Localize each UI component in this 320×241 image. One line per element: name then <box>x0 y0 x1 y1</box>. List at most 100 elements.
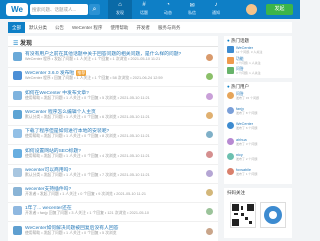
category-wecenter[interactable]: WeCenter 程序 <box>68 22 106 33</box>
author-avatar[interactable] <box>13 109 22 119</box>
responder-avatar[interactable] <box>206 92 213 100</box>
qr-title: 扫码关注 <box>227 190 245 195</box>
hot-users-title-text: 热门用户 <box>230 84 249 89</box>
question-row[interactable]: WeCenter 3.6.0 发布啦 推荐 WeCenter 程序 • 回复了问题 … <box>8 67 218 88</box>
search-icon[interactable]: ⌕ <box>89 4 100 15</box>
hot-topics-box: ● 热门话题 WeCenter 12 个问题, 3 人关注 功能 4 个问题, 1 人… <box>224 36 292 78</box>
author-avatar[interactable] <box>13 167 22 177</box>
hot-user-item[interactable]: foxsabile 发布了 1 个问题 <box>227 167 289 176</box>
qr-code-secondary <box>260 202 286 228</box>
hot-user-item[interactable]: fanjy 发布了 8 个问题 <box>227 106 289 115</box>
category-default[interactable]: 默认分类 <box>25 22 51 33</box>
author-avatar[interactable] <box>13 52 22 61</box>
question-row[interactable]: 1年了... wecenter还在 开发者 • fanjy 回复了问题 • 3 人… <box>8 202 218 223</box>
home-icon: ⌂ <box>118 2 122 8</box>
responder-avatar[interactable] <box>206 169 213 177</box>
hot-topic-item[interactable]: 问答 3 个问题, 1 人关注 <box>227 66 289 75</box>
user-avatar[interactable] <box>246 4 257 15</box>
user-meta: 发布了 3 个问题 <box>236 141 258 146</box>
question-row[interactable]: 有没有用户之前在其他话题中关于回答问题的相关问题，是什么样的问题? WeCente… <box>8 48 218 68</box>
question-meta: 默认分类 • 发起了问题 • 1 人关注 • 0 个回复 • 7 次浏览 • 2… <box>25 172 150 177</box>
bell-icon: ◔ <box>166 2 170 8</box>
hot-user-item[interactable]: 问答 发布了 15 个问题 <box>227 91 289 100</box>
category-bar: 全部 默认分类 公告 WeCenter 程序 使用帮助 开发者 服务与商务 <box>8 22 292 33</box>
author-avatar[interactable] <box>13 225 22 235</box>
hot-user-item[interactable]: ahhua 发布了 3 个问题 <box>227 137 289 146</box>
author-avatar[interactable] <box>13 71 22 81</box>
hot-topic-item[interactable]: WeCenter 12 个问题, 3 人关注 <box>227 45 289 54</box>
nav-label: 话题 <box>140 10 148 15</box>
author-avatar[interactable] <box>13 90 22 100</box>
question-title[interactable]: wecenter可以商用吗? <box>25 166 71 173</box>
question-row[interactable]: 下载了程序但是如何进行本地的安装呢? 使用帮助 • 发起了问题 • 1 人关注 •… <box>8 125 218 146</box>
author-avatar[interactable] <box>13 129 22 139</box>
hot-user-item[interactable]: WeCenter 发布了 6 个问题 <box>227 121 289 130</box>
user-avatar[interactable] <box>227 168 234 175</box>
question-title[interactable]: WeCenter 程序怎么编辑个人主页 <box>25 108 96 115</box>
question-row[interactable]: 如何设置网站的SEO标题? 使用帮助 • 发起了问题 • 1 人关注 • 0 个回… <box>8 145 218 165</box>
question-title[interactable]: 如何设置网站的SEO标题? <box>25 147 81 154</box>
question-meta: 使用帮助 • 发起了问题 • 1 人关注 • 0 个回复 • 4 次浏览 • 2… <box>25 153 150 158</box>
question-meta: WeCenter 程序 • 回复了问题 • 1 人关注 • 1 个回复 • 58… <box>25 76 163 81</box>
site-logo[interactable]: We <box>6 3 28 16</box>
question-row[interactable]: wecenter可以商用吗? 默认分类 • 发起了问题 • 1 人关注 • 0 个… <box>8 164 218 184</box>
nav-item-notifications[interactable]: ♪ 通知 <box>204 0 228 19</box>
topic-meta: 3 个问题, 1 人关注 <box>236 71 261 75</box>
topic-image[interactable] <box>227 56 234 64</box>
question-row[interactable]: 如何在WeCenter 中发布文章? 使用帮助 • 发起了问题 • 1 人关注 •… <box>8 87 218 107</box>
user-avatar[interactable] <box>227 107 234 115</box>
author-avatar[interactable] <box>13 187 22 197</box>
question-title[interactable]: WeCenter如何解决问题被回复后没有人回答 <box>25 224 118 231</box>
qr-box: 扫码关注 <box>224 188 292 238</box>
responder-avatar[interactable] <box>206 208 213 216</box>
category-all[interactable]: 全部 <box>8 22 25 33</box>
responder-avatar[interactable] <box>206 189 213 197</box>
category-help[interactable]: 使用帮助 <box>106 22 132 33</box>
top-navigation-bar: We 搜索问题、话题或人... ⌕ ⌂ 发现 # 话题 ◔ 动态 ✉ 私信 ♪ … <box>0 0 300 19</box>
question-meta: 开发者 • fanjy 回复了问题 • 3 人关注 • 1 个回复 • 121 … <box>25 211 149 216</box>
author-avatar[interactable] <box>13 206 22 216</box>
search-input[interactable]: 搜索问题、话题或人... <box>30 4 88 15</box>
topic-image[interactable] <box>227 46 234 53</box>
question-row[interactable]: WeCenter 程序怎么编辑个人主页 默认分类 • 发起了问题 • 1 人关注 … <box>8 106 218 126</box>
responder-avatar[interactable] <box>206 111 213 119</box>
nav-item-messages[interactable]: ✉ 私信 <box>180 0 204 19</box>
hot-topics-title-text: 热门话题 <box>230 38 249 43</box>
responder-avatar[interactable] <box>206 54 213 61</box>
question-title[interactable]: 如何在WeCenter 中发布文章? <box>25 89 89 96</box>
responder-avatar[interactable] <box>206 131 213 139</box>
question-meta: 使用帮助 • 发起了问题 • 1 人关注 • 0 个回复 • 5 次浏览 • 2… <box>25 95 150 100</box>
question-meta: 默认分类 • 发起了问题 • 1 人关注 • 0 个回复 • 6 次浏览 • 2… <box>25 114 150 119</box>
user-avatar[interactable] <box>227 152 234 160</box>
nav-label: 通知 <box>212 10 220 15</box>
category-service[interactable]: 服务与商务 <box>154 22 185 33</box>
hot-topics-title: ● 热门话题 <box>227 38 249 44</box>
hot-user-item[interactable]: nicy 发布了 2 个问题 <box>227 152 289 161</box>
author-avatar[interactable] <box>13 148 22 158</box>
category-announcement[interactable]: 公告 <box>51 22 68 33</box>
nav-item-topics[interactable]: # 话题 <box>132 0 156 19</box>
question-row[interactable]: wecenter支持插件吗? 开发者 • 发起了问题 • 1 人关注 • 0 个回… <box>8 183 218 204</box>
responder-avatar[interactable] <box>206 227 213 235</box>
hot-users-box: ● 热门用户 问答 发布了 15 个问题 fanjy 发布了 8 个问题 WeCente… <box>224 82 292 184</box>
notify-icon: ♪ <box>214 2 218 8</box>
feed-header: ☰ 发现 <box>8 38 218 47</box>
nav-item-discover[interactable]: ⌂ 发现 <box>108 0 132 19</box>
question-meta: WeCenter 程序 • 发起了问题 • 1 人关注 • 1 个回复 • 1 … <box>25 57 161 61</box>
user-avatar[interactable] <box>227 122 234 130</box>
topic-image[interactable] <box>227 67 234 74</box>
nav-label: 发现 <box>116 10 124 15</box>
hot-topic-item[interactable]: 功能 4 个问题, 1 人关注 <box>227 56 289 65</box>
publish-button[interactable]: 发起 <box>266 4 293 15</box>
topic-meta: 4 个问题, 1 人关注 <box>236 60 261 65</box>
topic-meta: 12 个问题, 3 人关注 <box>236 50 263 54</box>
question-row[interactable]: WeCenter如何解决问题被回复后没有人回答 使用帮助 • 发起了问题 • 1 … <box>8 222 218 241</box>
responder-avatar[interactable] <box>206 150 213 158</box>
user-avatar[interactable] <box>227 92 234 99</box>
user-meta: 发布了 2 个问题 <box>236 156 258 161</box>
user-avatar[interactable] <box>227 137 234 145</box>
nav-item-activity[interactable]: ◔ 动态 <box>156 0 180 19</box>
question-title[interactable]: 有没有用户之前在其他话题中关于回答问题的相关问题，是什么样的问题? <box>25 50 181 57</box>
category-developer[interactable]: 开发者 <box>132 22 154 33</box>
responder-avatar[interactable] <box>206 73 213 81</box>
